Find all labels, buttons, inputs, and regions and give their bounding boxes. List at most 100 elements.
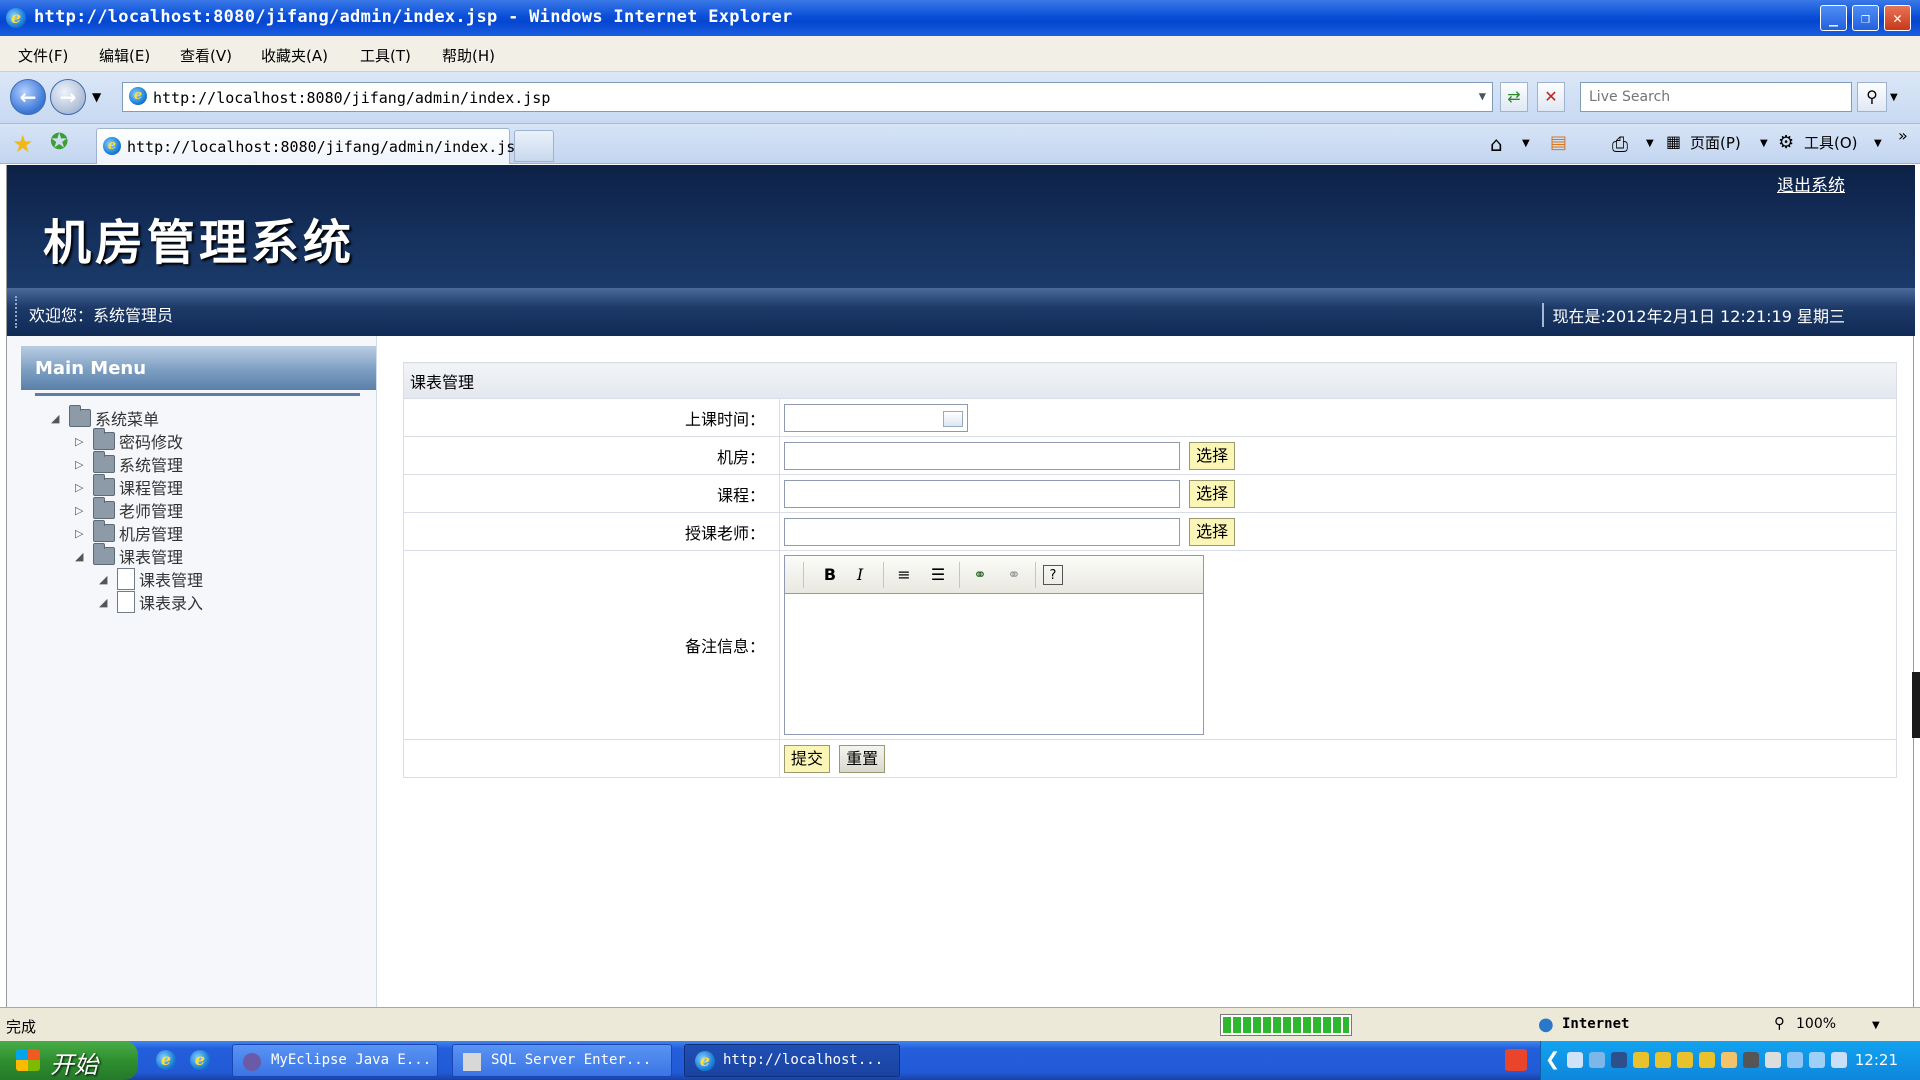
tree-collapse-icon[interactable]: ◢ <box>51 412 65 425</box>
restore-button[interactable]: ❐ <box>1852 5 1879 31</box>
unordered-list-icon[interactable]: ☰ <box>927 565 949 585</box>
page-menu[interactable]: 页面(P) <box>1690 132 1741 153</box>
zoom-dropdown-icon[interactable]: ▼ <box>1872 1020 1880 1031</box>
task-sqlserver[interactable]: SQL Server Enter... <box>452 1044 672 1077</box>
tools-menu-dropdown-icon[interactable]: ▼ <box>1874 138 1882 149</box>
unlink-icon[interactable]: ⚭ <box>1003 565 1025 585</box>
tray-security-icon[interactable] <box>1831 1052 1847 1068</box>
class-time-field[interactable] <box>784 403 968 432</box>
course-pick-button[interactable]: 选择 <box>1189 479 1236 508</box>
folder-icon <box>69 405 91 427</box>
tree-expand-icon[interactable]: ▷ <box>75 458 89 471</box>
page-menu-dropdown-icon[interactable]: ▼ <box>1760 138 1768 149</box>
clock[interactable]: 12:21 <box>1855 1051 1898 1069</box>
side-panel-handle[interactable] <box>1912 672 1920 738</box>
teacher-input[interactable] <box>784 517 1180 546</box>
search-field[interactable] <box>1580 82 1852 112</box>
history-dropdown-icon[interactable]: ▼ <box>92 90 101 104</box>
search-input[interactable] <box>1581 83 1851 111</box>
submit-button[interactable]: 提交 <box>784 744 831 773</box>
tree-expand-icon[interactable]: ▷ <box>75 435 89 448</box>
quicklaunch-ie-icon[interactable]: e <box>156 1050 176 1070</box>
datetime-text: 现在是:2012年2月1日 12:21:19 星期三 <box>1542 303 1845 327</box>
tray-app-icon[interactable] <box>1611 1052 1627 1068</box>
tray-qq-icon[interactable] <box>1699 1052 1715 1068</box>
tray-qq-icon[interactable] <box>1677 1052 1693 1068</box>
tray-expand-icon[interactable]: ❮ <box>1545 1049 1560 1070</box>
remark-textarea[interactable] <box>785 594 1203 734</box>
teacher-pick-button[interactable]: 选择 <box>1189 517 1236 546</box>
tray-app-icon[interactable] <box>1721 1052 1737 1068</box>
ordered-list-icon[interactable]: ≡ <box>893 565 915 585</box>
tray-app-icon[interactable] <box>1743 1052 1759 1068</box>
favorites-star-icon[interactable]: ★ <box>12 130 34 158</box>
search-options-icon[interactable]: ▼ <box>1890 92 1898 103</box>
feeds-icon[interactable]: ▤ <box>1550 132 1567 153</box>
tab-current-page[interactable]: e http://localhost:8080/jifang/admin/ind… <box>96 128 524 164</box>
tree-expand-icon[interactable]: ▷ <box>75 527 89 540</box>
site-header: 机房管理系统 退出系统 <box>7 165 1915 288</box>
new-tab-button[interactable] <box>514 130 554 162</box>
windows-logo-icon <box>16 1049 40 1071</box>
sidebar-subitem-schedule-entry[interactable]: ◢ 课表录入 <box>99 590 203 616</box>
tree-expand-icon[interactable]: ▷ <box>75 481 89 494</box>
chevron-more-icon[interactable]: » <box>1898 126 1908 145</box>
window-titlebar[interactable]: e http://localhost:8080/jifang/admin/ind… <box>0 0 1920 36</box>
page-menu-icon[interactable]: ▦ <box>1666 132 1681 151</box>
home-dropdown-icon[interactable]: ▼ <box>1522 138 1530 149</box>
link-icon[interactable]: ⚭ <box>969 565 991 585</box>
close-button[interactable]: ✕ <box>1884 5 1911 31</box>
quicklaunch-ie2-icon[interactable]: e <box>190 1050 210 1070</box>
input-method-icon[interactable] <box>1505 1049 1527 1071</box>
home-icon[interactable]: ⌂ <box>1490 132 1503 156</box>
menu-help[interactable]: 帮助(H) <box>442 45 495 66</box>
back-button[interactable]: ← <box>10 79 46 115</box>
course-input[interactable] <box>784 479 1180 508</box>
tree-expand-icon[interactable]: ▷ <box>75 504 89 517</box>
stop-icon[interactable]: ✕ <box>1537 82 1565 112</box>
search-icon[interactable]: ⚲ <box>1857 82 1887 112</box>
bold-button[interactable]: B <box>819 565 841 585</box>
tray-app-icon[interactable] <box>1765 1052 1781 1068</box>
calendar-icon[interactable] <box>943 410 963 427</box>
task-myeclipse[interactable]: MyEclipse Java E... <box>232 1044 438 1077</box>
url-field[interactable]: e http://localhost:8080/jifang/admin/ind… <box>122 82 1493 112</box>
menu-edit[interactable]: 编辑(E) <box>99 45 150 66</box>
menu-tools[interactable]: 工具(T) <box>360 45 411 66</box>
tab-bar: ★ ✪ e http://localhost:8080/jifang/admin… <box>0 124 1920 164</box>
forward-button[interactable]: → <box>50 79 86 115</box>
print-icon[interactable]: ⎙ <box>1612 132 1628 156</box>
print-dropdown-icon[interactable]: ▼ <box>1646 138 1654 149</box>
progress-bar <box>1220 1014 1352 1036</box>
add-favorite-icon[interactable]: ✪ <box>50 130 68 155</box>
start-button[interactable]: 开始 <box>0 1041 138 1080</box>
tray-qq-icon[interactable] <box>1633 1052 1649 1068</box>
menu-view[interactable]: 查看(V) <box>180 45 232 66</box>
tree-collapse-icon[interactable]: ◢ <box>75 550 89 563</box>
task-ie[interactable]: e http://localhost... <box>684 1044 900 1077</box>
tray-qq-icon[interactable] <box>1655 1052 1671 1068</box>
status-bar: 完成 ● Internet ⚲ 100% ▼ <box>0 1007 1920 1041</box>
folder-icon <box>93 474 115 496</box>
room-pick-button[interactable]: 选择 <box>1189 441 1236 470</box>
sqlserver-icon <box>463 1053 481 1071</box>
url-dropdown-icon[interactable]: ▼ <box>1479 89 1486 103</box>
logout-link[interactable]: 退出系统 <box>1777 171 1845 196</box>
italic-button[interactable]: I <box>849 565 871 585</box>
menu-file[interactable]: 文件(F) <box>18 45 68 66</box>
tray-network-icon[interactable] <box>1567 1052 1583 1068</box>
menu-favorites[interactable]: 收藏夹(A) <box>261 45 328 66</box>
room-input[interactable] <box>784 441 1180 470</box>
tray-volume-icon[interactable] <box>1809 1052 1825 1068</box>
minimize-button[interactable]: _ <box>1820 5 1847 31</box>
security-zone[interactable]: Internet <box>1562 1016 1629 1032</box>
tray-app-icon[interactable] <box>1589 1052 1605 1068</box>
gear-icon[interactable]: ⚙ <box>1778 132 1794 153</box>
help-button[interactable]: ? <box>1043 565 1063 585</box>
tools-menu[interactable]: 工具(O) <box>1804 132 1858 153</box>
refresh-icon[interactable]: ⇄ <box>1500 82 1528 112</box>
zoom-level[interactable]: 100% <box>1796 1016 1836 1032</box>
tray-app-icon[interactable] <box>1787 1052 1803 1068</box>
reset-button[interactable]: 重置 <box>839 744 886 773</box>
folder-icon <box>93 428 115 450</box>
